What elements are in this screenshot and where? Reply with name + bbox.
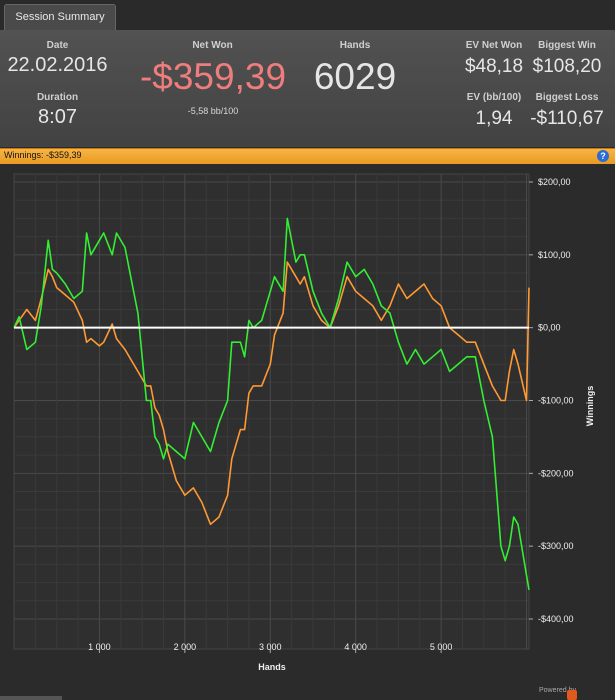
- biggest-loss-value: -$110,67: [530, 108, 604, 129]
- winnings-chart: $200,00 $100,00 $0,00 -$100,00 -$200,00 -$300…: [13, 173, 595, 672]
- y-tick-label: $200,00: [538, 177, 571, 187]
- y-axis-ticks: $200,00 $100,00 $0,00 -$100,00 -$200,00 -$300…: [529, 177, 574, 624]
- y-tick-label: $100,00: [538, 250, 571, 260]
- net-won-bb100: -5,58 bb/100: [187, 106, 239, 116]
- x-tick-label: 4 000: [344, 642, 367, 652]
- x-tick-label: 3 000: [259, 642, 282, 652]
- biggest-loss-label: Biggest Loss: [535, 92, 599, 103]
- hands-label: Hands: [339, 40, 371, 51]
- x-axis-label: Hands: [258, 662, 286, 672]
- net-won-label: Net Won: [192, 40, 233, 51]
- biggest-win-label: Biggest Win: [538, 40, 596, 51]
- help-icon[interactable]: ?: [597, 150, 609, 162]
- y-tick-label: -$300,00: [538, 541, 574, 551]
- tab-session-summary[interactable]: Session Summary: [4, 4, 116, 31]
- ev-net-won-label: EV Net Won: [465, 40, 523, 51]
- winnings-header-text: Winnings: -$359,39: [4, 150, 82, 160]
- ev-bb100-value: 1,94: [475, 108, 513, 129]
- plot-area: [13, 173, 530, 650]
- x-tick-label: 5 000: [430, 642, 453, 652]
- duration-label: Duration: [36, 92, 79, 103]
- net-won-value: -$359,39: [139, 56, 287, 97]
- y-axis-label: Winnings: [585, 386, 595, 426]
- hands-value: 6029: [313, 56, 397, 97]
- biggest-win-value: $108,20: [532, 56, 602, 77]
- date-label: Date: [46, 40, 69, 51]
- winnings-chart-panel: $200,00 $100,00 $0,00 -$100,00 -$200,00 -$300…: [0, 164, 615, 700]
- ev-bb100-label: EV (bb/100): [466, 92, 522, 103]
- tab-bar: Session Summary: [0, 0, 615, 31]
- duration-value: 8:07: [38, 106, 77, 128]
- winnings-header-bar: Winnings: -$359,39 ?: [0, 148, 615, 165]
- ev-net-won-value: $48,18: [464, 56, 524, 77]
- brand-logo-icon: [567, 690, 577, 700]
- horizontal-scrollbar[interactable]: [0, 696, 62, 700]
- x-tick-label: 1 000: [88, 642, 111, 652]
- date-value: 22.02.2016: [7, 54, 108, 76]
- x-tick-label: 2 000: [174, 642, 197, 652]
- y-tick-label: -$400,00: [538, 614, 574, 624]
- session-summary-panel: Date 22.02.2016 Duration 8:07 Net Won -$…: [0, 30, 615, 148]
- y-tick-label: -$200,00: [538, 468, 574, 478]
- y-tick-label: -$100,00: [538, 396, 574, 406]
- y-tick-label: $0,00: [538, 323, 561, 333]
